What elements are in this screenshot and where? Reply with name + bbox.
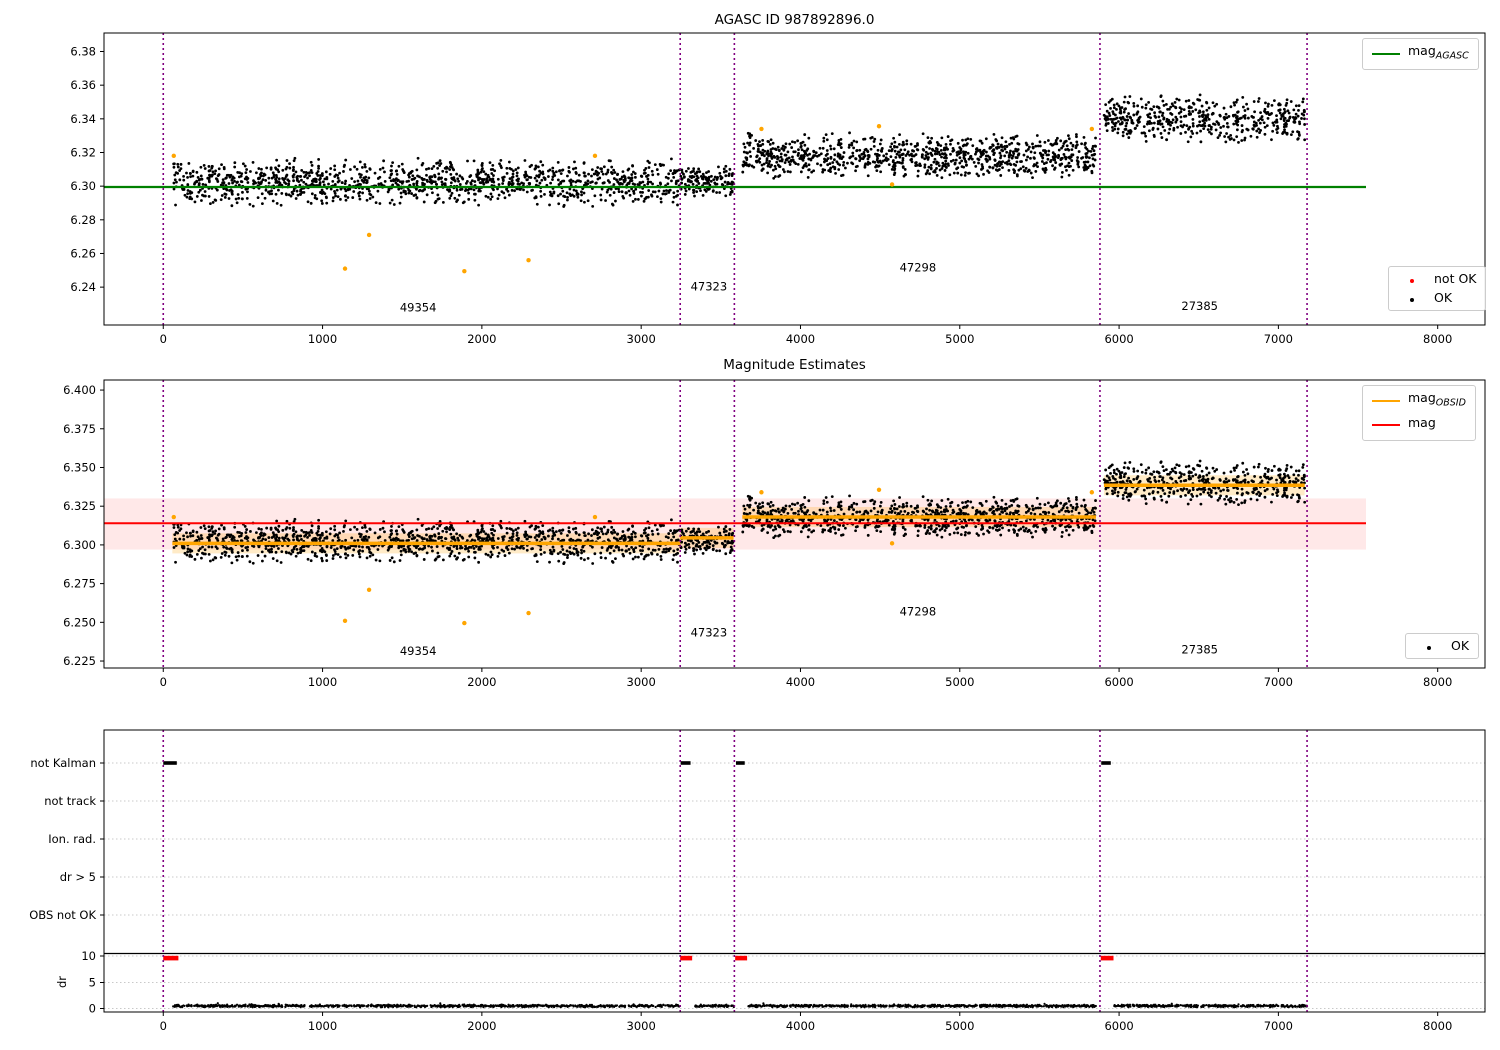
green-line-swatch [1372,52,1400,55]
legend-mag-agasc: magAGASC [1362,38,1479,70]
legend-ok: OK [1405,633,1480,659]
svg-text:6.28: 6.28 [70,213,96,227]
plot-title-magnitude: Magnitude Estimates [723,357,866,373]
magnitude-plot: 493544732347298273850 1000 2000 3000 4000 500… [63,379,1486,689]
legend-label: mag [1408,414,1436,430]
svg-text:6.26: 6.26 [70,246,96,260]
svg-text:49354: 49354 [400,300,437,314]
legend-row-mag-agasc: magAGASC [1372,44,1469,64]
svg-text:0: 0 [160,332,167,346]
dr-high-mark [1100,955,1114,961]
svg-text:27385: 27385 [1181,299,1218,313]
dr-axis-label: dr [55,976,69,988]
plot-title-agasc: AGASC ID 987892896.0 [714,12,875,28]
legend-label: OK [1434,290,1453,305]
legend-row-not-ok: not OK [1398,272,1476,286]
svg-text:6.30: 6.30 [70,179,96,193]
not-kalman-mark [163,761,177,765]
legend-row-mag: mag [1372,414,1466,436]
not-kalman-mark [1101,761,1111,765]
svg-text:6000: 6000 [1104,332,1133,346]
legend-mag-obsid: magOBSID mag [1362,385,1476,441]
plots-svg: 49354 47323 47298 27385 0 1000 2000 3000 4000 500… [29,32,1486,1033]
flags-plot: not Kalmannot trackIon. rad.dr > 5OBS no… [29,729,1486,1033]
svg-text:47323: 47323 [691,279,728,293]
legend-label: magAGASC [1408,43,1469,62]
agasc-plot: 49354 47323 47298 27385 0 1000 2000 3000 4000 500… [70,32,1486,346]
svg-text:6.32: 6.32 [70,145,96,159]
svg-text:47298: 47298 [900,260,937,274]
legend-row-ok: OK [1415,639,1469,653]
dr-high-mark [680,955,693,961]
svg-text:7000: 7000 [1264,332,1293,346]
orange-line-swatch [1372,399,1400,402]
legend-row-mag-obsid: magOBSID [1372,391,1466,411]
red-dot-marker [1410,279,1414,283]
figure-canvas: 49354 47323 47298 27385 0 1000 2000 3000 4000 500… [0,0,1500,1050]
red-line-swatch [1372,424,1400,427]
legend-label: magOBSID [1408,390,1466,409]
black-dot-marker [1410,298,1414,302]
not-kalman-mark [735,761,745,765]
svg-text:1000: 1000 [308,332,337,346]
black-dot-marker [1427,646,1431,650]
svg-text:4000: 4000 [786,332,815,346]
dr-high-mark [735,955,748,961]
svg-text:6.34: 6.34 [70,112,96,126]
svg-text:6.36: 6.36 [70,78,96,92]
svg-text:6.24: 6.24 [70,280,96,294]
svg-text:3000: 3000 [627,332,656,346]
svg-text:8000: 8000 [1423,332,1452,346]
legend-label: OK [1451,638,1470,653]
svg-text:6.38: 6.38 [70,45,96,59]
legend-row-ok: OK [1398,291,1476,305]
dr-high-mark [163,955,179,961]
svg-text:2000: 2000 [467,332,496,346]
legend-label: not OK [1434,271,1477,286]
svg-text:5000: 5000 [945,332,974,346]
legend-ok-notok: not OK OK [1388,266,1487,311]
not-kalman-mark [680,761,691,765]
